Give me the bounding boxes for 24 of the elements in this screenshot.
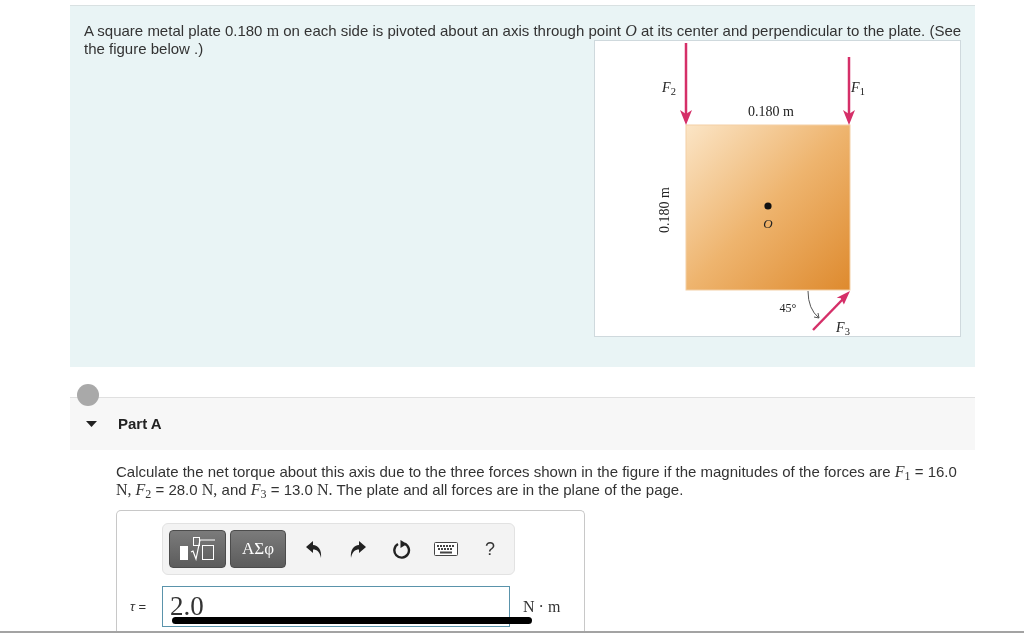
pivot-label: O: [763, 217, 773, 231]
radical-template-icon: [179, 537, 216, 561]
help-button[interactable]: ?: [468, 530, 512, 568]
undo-icon: [306, 540, 322, 558]
symbols-button[interactable]: ΑΣφ: [230, 530, 286, 568]
dimension-label: 0.180 m: [748, 104, 794, 120]
redo-icon: [350, 540, 366, 558]
angle-label: 45°: [779, 301, 797, 315]
angle-arc: [807, 290, 820, 319]
force-label: F$_{2}$: [662, 80, 676, 96]
dimension-label: 0.180 m: [657, 187, 673, 233]
caret-icon[interactable]: [86, 421, 97, 427]
question-text: Calculate the net torque about this axis due to the three forces shown in the figure if the magnitudes of the forces are F$_{1}$ = 16.0 N, F$_{2}$ = 28.0 N, and F$_{3}$ = 13.0 N. The plate and all forces are in the plane of the page.: [116, 463, 958, 499]
reset-icon: [393, 539, 411, 559]
pivot-dot-icon: [764, 202, 772, 210]
force-label: F$_{1}$: [851, 80, 865, 96]
force-label: F$_{3}$: [836, 321, 850, 335]
problem-text: A square metal plate 0.180 m on each side is pivoted about an axis through point O at its center and perpendicular to the plate. (See the figure below .): [84, 22, 963, 58]
part-title[interactable]: Part A: [118, 412, 162, 436]
template-button[interactable]: [169, 530, 226, 568]
keyboard-icon: [434, 542, 458, 556]
variable-label: τ =: [130, 597, 148, 616]
units-label: N · m: [523, 596, 561, 617]
answer-field[interactable]: 2.0: [162, 586, 510, 627]
